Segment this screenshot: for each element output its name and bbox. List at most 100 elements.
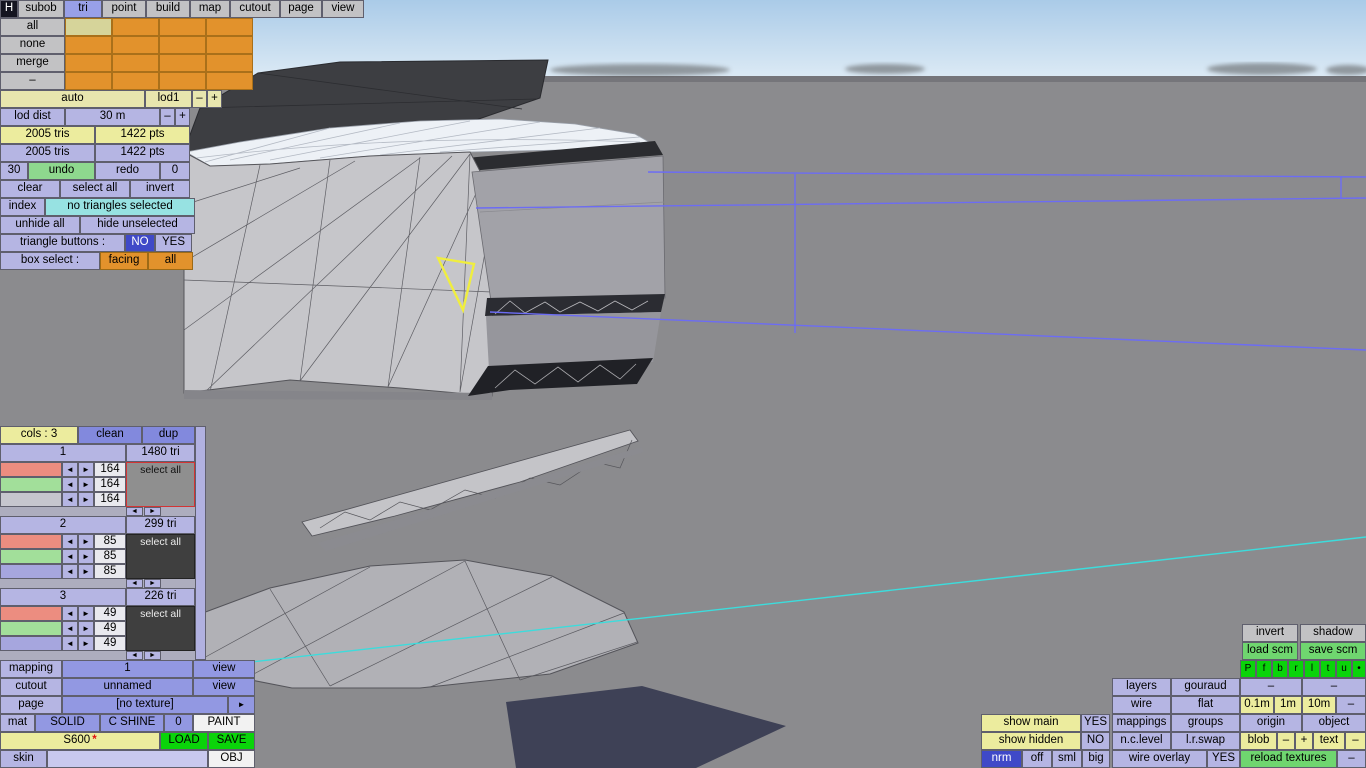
nrm-off-button[interactable]: off	[1022, 750, 1052, 768]
palette-swatch[interactable]	[112, 36, 159, 54]
box-select-facing[interactable]: facing	[100, 252, 148, 270]
palette-swatch[interactable]	[159, 54, 206, 72]
group-header-id[interactable]: 1	[0, 444, 126, 462]
mapping-view-button[interactable]: view	[193, 660, 255, 678]
blue-decrease-button[interactable]: ◄	[62, 492, 78, 507]
green-increase-button[interactable]: ►	[78, 549, 94, 564]
nrm-sml-button[interactable]: sml	[1052, 750, 1082, 768]
palette-swatch[interactable]	[65, 36, 112, 54]
palette-swatch[interactable]	[65, 72, 112, 90]
tab-page[interactable]: page	[280, 0, 322, 18]
cutout-view-button[interactable]: view	[193, 678, 255, 696]
blue-increase-button[interactable]: ►	[78, 492, 94, 507]
group-red-swatch[interactable]	[0, 534, 62, 549]
gouraud-button[interactable]: gouraud	[1171, 678, 1240, 696]
lod-dist-plus-button[interactable]: +	[175, 108, 190, 126]
palette-none-button[interactable]: none	[0, 36, 65, 54]
triangle-buttons-no[interactable]: NO	[125, 234, 155, 252]
save-scm-button[interactable]: save scm	[1300, 642, 1366, 660]
group-select-all-button[interactable]: select all	[126, 462, 195, 507]
group-green-swatch[interactable]	[0, 621, 62, 636]
tab-map[interactable]: map	[190, 0, 230, 18]
view-perspective-button[interactable]: P	[1240, 660, 1256, 678]
blob-button[interactable]: blob	[1240, 732, 1277, 750]
tab-build[interactable]: build	[146, 0, 190, 18]
green-decrease-button[interactable]: ◄	[62, 621, 78, 636]
palette-swatch[interactable]	[206, 72, 253, 90]
palette-merge-button[interactable]: merge	[0, 54, 65, 72]
obj-button[interactable]: OBJ	[208, 750, 255, 768]
select-all-button[interactable]: select all	[60, 180, 130, 198]
mat-cshine-button[interactable]: C SHINE	[100, 714, 164, 732]
dash-button-a[interactable]: –	[1240, 678, 1302, 696]
palette-swatch[interactable]	[159, 72, 206, 90]
view-left-button[interactable]: l	[1304, 660, 1320, 678]
tab-tri[interactable]: tri	[64, 0, 102, 18]
unhide-all-button[interactable]: unhide all	[0, 216, 80, 234]
triangle-buttons-yes[interactable]: YES	[155, 234, 192, 252]
nrm-big-button[interactable]: big	[1082, 750, 1110, 768]
reload-dash-button[interactable]: –	[1337, 750, 1366, 768]
palette-swatch[interactable]	[65, 18, 112, 36]
page-value[interactable]: [no texture]	[62, 696, 228, 714]
mappings-button[interactable]: mappings	[1112, 714, 1171, 732]
red-decrease-button[interactable]: ◄	[62, 534, 78, 549]
palette-swatch[interactable]	[159, 18, 206, 36]
blob-plus-button[interactable]: +	[1295, 732, 1313, 750]
blue-decrease-button[interactable]: ◄	[62, 564, 78, 579]
group-select-all-button[interactable]: select all	[126, 534, 195, 579]
blue-increase-button[interactable]: ►	[78, 636, 94, 651]
tab-cutout[interactable]: cutout	[230, 0, 280, 18]
skin-value[interactable]	[47, 750, 208, 768]
tab-view[interactable]: view	[322, 0, 364, 18]
tab-subob[interactable]: subob	[18, 0, 64, 18]
nc-level-button[interactable]: n.c.level	[1112, 732, 1171, 750]
group-red-swatch[interactable]	[0, 462, 62, 477]
palette-swatch[interactable]	[112, 54, 159, 72]
blob-minus-button[interactable]: –	[1277, 732, 1295, 750]
lod-dist-minus-button[interactable]: –	[160, 108, 175, 126]
grid-10m-button[interactable]: 10m	[1302, 696, 1336, 714]
red-decrease-button[interactable]: ◄	[62, 606, 78, 621]
tab-h[interactable]: H	[0, 0, 18, 18]
red-increase-button[interactable]: ►	[78, 462, 94, 477]
palette-minus-button[interactable]: –	[0, 72, 65, 90]
wire-button[interactable]: wire	[1112, 696, 1171, 714]
undo-button[interactable]: undo	[28, 162, 95, 180]
shadow-button[interactable]: shadow	[1300, 624, 1366, 642]
group-header-id[interactable]: 2	[0, 516, 126, 534]
palette-swatch[interactable]	[159, 36, 206, 54]
redo-button[interactable]: redo	[95, 162, 160, 180]
red-increase-button[interactable]: ►	[78, 606, 94, 621]
wire-overlay-toggle[interactable]: YES	[1207, 750, 1240, 768]
red-increase-button[interactable]: ►	[78, 534, 94, 549]
palette-swatch[interactable]	[206, 54, 253, 72]
mapping-value[interactable]: 1	[62, 660, 193, 678]
invert-view-button[interactable]: invert	[1242, 624, 1298, 642]
grid-01m-button[interactable]: 0.1m	[1240, 696, 1274, 714]
group-prev-button[interactable]: ◄	[126, 579, 143, 588]
clear-button[interactable]: clear	[0, 180, 60, 198]
lod-button[interactable]: lod1	[145, 90, 192, 108]
blue-decrease-button[interactable]: ◄	[62, 636, 78, 651]
view-back-button[interactable]: b	[1272, 660, 1288, 678]
load-scm-button[interactable]: load scm	[1242, 642, 1298, 660]
green-increase-button[interactable]: ►	[78, 621, 94, 636]
group-blue-swatch[interactable]	[0, 492, 62, 507]
tab-point[interactable]: point	[102, 0, 146, 18]
show-main-toggle[interactable]: YES	[1081, 714, 1110, 732]
cols-button[interactable]: cols : 3	[0, 426, 78, 444]
reload-textures-button[interactable]: reload textures	[1240, 750, 1337, 768]
view-front-button[interactable]: f	[1256, 660, 1272, 678]
green-increase-button[interactable]: ►	[78, 477, 94, 492]
view-dot-button[interactable]: •	[1352, 660, 1366, 678]
green-decrease-button[interactable]: ◄	[62, 549, 78, 564]
cutout-value[interactable]: unnamed	[62, 678, 193, 696]
hide-unselected-button[interactable]: hide unselected	[80, 216, 195, 234]
index-button[interactable]: index	[0, 198, 45, 216]
group-green-swatch[interactable]	[0, 477, 62, 492]
grid-1m-button[interactable]: 1m	[1274, 696, 1302, 714]
palette-all-button[interactable]: all	[0, 18, 65, 36]
group-red-swatch[interactable]	[0, 606, 62, 621]
group-prev-button[interactable]: ◄	[126, 651, 143, 660]
